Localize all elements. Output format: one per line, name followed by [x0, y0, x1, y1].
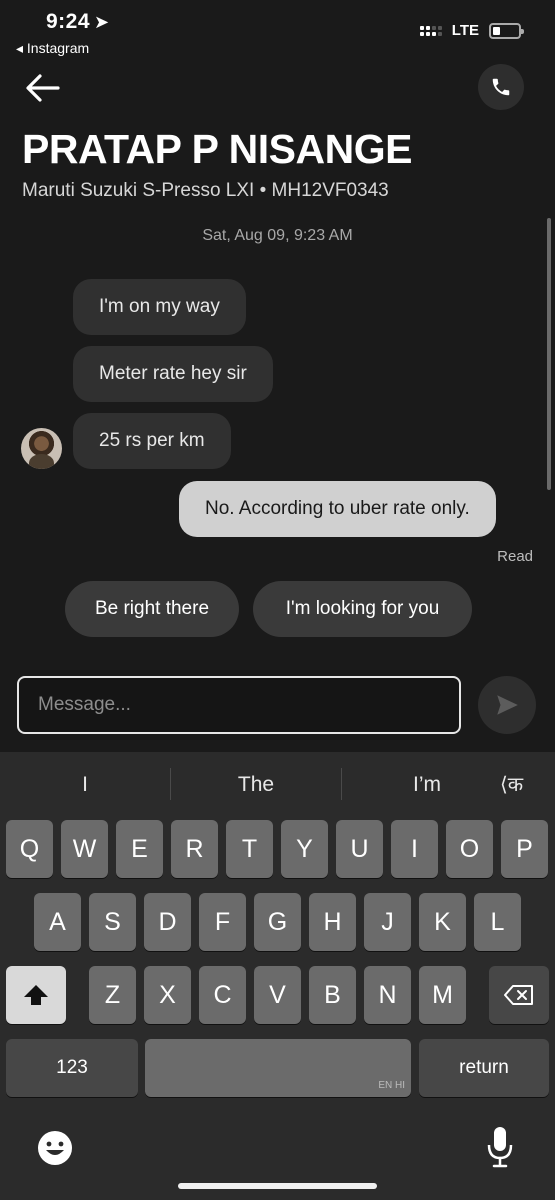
space-key[interactable]: EN HI: [145, 1039, 411, 1097]
scrollbar[interactable]: [547, 218, 551, 490]
key-d[interactable]: D: [144, 893, 191, 951]
chat-timestamp: Sat, Aug 09, 9:23 AM: [202, 227, 353, 244]
emoji-key[interactable]: [35, 1128, 75, 1168]
status-indicators: LTE: [419, 22, 524, 39]
backspace-key[interactable]: [489, 966, 549, 1024]
read-receipt: Read: [497, 548, 533, 565]
arrow-left-icon: [26, 74, 60, 102]
message-bubble-me: No. According to uber rate only.: [179, 481, 496, 537]
driver-avatar: [21, 428, 62, 469]
language-switch-key[interactable]: ⟨क: [500, 770, 523, 797]
vehicle-info: Maruti Suzuki S-Presso LXI • MH12VF0343: [22, 180, 389, 201]
key-b[interactable]: B: [309, 966, 356, 1024]
key-r[interactable]: R: [171, 820, 218, 878]
shift-arrow-icon: [24, 985, 48, 1005]
suggestion-3[interactable]: I’m: [342, 752, 512, 818]
message-bubble-driver: Meter rate hey sir: [73, 346, 273, 402]
microphone-icon: [487, 1127, 513, 1168]
key-k[interactable]: K: [419, 893, 466, 951]
key-j[interactable]: J: [364, 893, 411, 951]
key-a[interactable]: A: [34, 893, 81, 951]
battery-icon: [489, 22, 524, 39]
quick-reply-looking-for-you[interactable]: I'm looking for you: [253, 581, 472, 637]
return-key[interactable]: return: [419, 1039, 549, 1097]
phone-icon: [492, 78, 510, 96]
back-to-app-link[interactable]: ◂ Instagram: [16, 40, 89, 57]
key-x[interactable]: X: [144, 966, 191, 1024]
key-u[interactable]: U: [336, 820, 383, 878]
key-e[interactable]: E: [116, 820, 163, 878]
key-q[interactable]: Q: [6, 820, 53, 878]
quick-reply-be-right-there[interactable]: Be right there: [65, 581, 239, 637]
key-g[interactable]: G: [254, 893, 301, 951]
suggestion-1[interactable]: I: [0, 752, 170, 818]
network-type: LTE: [451, 22, 479, 39]
key-w[interactable]: W: [61, 820, 108, 878]
status-bar: 9:24 ➤ ◂ Instagram LTE: [0, 0, 555, 64]
message-input[interactable]: [17, 676, 461, 734]
clock: 9:24: [46, 10, 91, 33]
back-button[interactable]: [22, 70, 62, 106]
key-f[interactable]: F: [199, 893, 246, 951]
key-o[interactable]: O: [446, 820, 493, 878]
dictation-key[interactable]: [486, 1125, 514, 1169]
message-bubble-driver: 25 rs per km: [73, 413, 231, 469]
home-indicator[interactable]: [178, 1183, 377, 1189]
shift-key[interactable]: [6, 966, 66, 1024]
key-s[interactable]: S: [89, 893, 136, 951]
key-n[interactable]: N: [364, 966, 411, 1024]
key-c[interactable]: C: [199, 966, 246, 1024]
key-p[interactable]: P: [501, 820, 548, 878]
send-button[interactable]: [478, 676, 536, 734]
emoji-icon: [38, 1131, 72, 1165]
suggestion-2[interactable]: The: [171, 752, 341, 818]
numbers-key[interactable]: 123: [6, 1039, 138, 1097]
key-h[interactable]: H: [309, 893, 356, 951]
location-arrow-icon: ➤: [94, 12, 110, 32]
key-i[interactable]: I: [391, 820, 438, 878]
backspace-icon: [504, 985, 533, 1005]
key-t[interactable]: T: [226, 820, 273, 878]
message-bubble-driver: I'm on my way: [73, 279, 246, 335]
driver-name: PRATAP P NISANGE: [22, 126, 412, 172]
space-language-tag: EN HI: [378, 1080, 405, 1091]
key-m[interactable]: M: [419, 966, 466, 1024]
call-button[interactable]: [478, 64, 524, 110]
signal-icon: [419, 25, 442, 36]
status-time: 9:24 ➤: [46, 10, 110, 34]
key-l[interactable]: L: [474, 893, 521, 951]
key-v[interactable]: V: [254, 966, 301, 1024]
send-icon: [497, 695, 518, 715]
key-z[interactable]: Z: [89, 966, 136, 1024]
key-y[interactable]: Y: [281, 820, 328, 878]
